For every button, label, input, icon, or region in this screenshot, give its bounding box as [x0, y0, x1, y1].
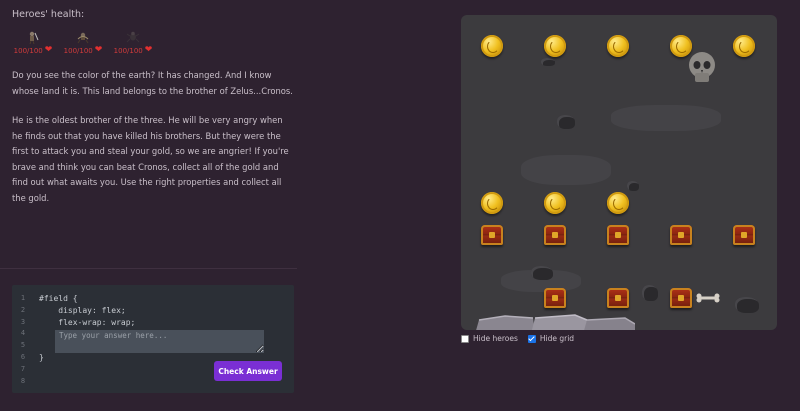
ground-patch [521, 155, 611, 185]
line-number: 2 [20, 305, 26, 314]
ground-patch [611, 105, 721, 131]
panel-divider [0, 268, 297, 269]
game-field [461, 15, 777, 330]
hero-health-value: 100/100 [63, 46, 93, 55]
line-number: 6 [20, 352, 26, 361]
heroes-health-title: Heroes' health: [12, 9, 85, 20]
treasure-chest-icon [544, 225, 566, 245]
rock-icon [735, 297, 759, 313]
line-number: 4 [20, 329, 26, 338]
gold-coin-icon [733, 35, 755, 57]
treasure-chest-icon [670, 288, 692, 308]
hero-warrior: 100/100 ❤ [12, 30, 54, 55]
hide-grid-label: Hide grid [539, 334, 575, 343]
hide-heroes-label: Hide heroes [473, 334, 518, 343]
gold-coin-icon [481, 192, 503, 214]
stone-wall [476, 314, 635, 330]
hero-spider: 100/100 ❤ [112, 30, 154, 55]
css-code-editor: 1 2 3 4 5 6 7 8 #field { display: flex; … [12, 285, 294, 393]
warrior-hero-icon [29, 31, 39, 44]
gold-coin-icon [670, 35, 692, 57]
rock-icon [627, 181, 639, 191]
hero-health-value: 100/100 [13, 46, 43, 55]
line-numbers: 1 2 3 4 5 6 7 8 [12, 293, 34, 387]
treasure-chest-icon [544, 288, 566, 308]
code-line: #field { [39, 294, 78, 303]
treasure-chest-icon [607, 225, 629, 245]
code-line: display: flex; [39, 305, 126, 315]
line-number: 1 [20, 294, 26, 302]
treasure-chest-icon [670, 225, 692, 245]
line-number: 5 [20, 341, 26, 350]
rock-icon [541, 58, 555, 66]
treasure-chest-icon [481, 225, 503, 245]
rock-icon [557, 115, 575, 129]
gold-coin-icon [607, 35, 629, 57]
answer-input[interactable] [55, 330, 264, 353]
story-paragraph: Do you see the color of the earth? It ha… [12, 70, 293, 96]
treasure-chest-icon [607, 288, 629, 308]
gold-coin-icon [544, 192, 566, 214]
story-paragraph: He is the oldest brother of the three. H… [12, 115, 289, 203]
hide-grid-checkbox[interactable] [527, 334, 536, 343]
field-options: Hide heroes Hide grid [461, 334, 574, 343]
heart-icon: ❤ [144, 45, 153, 55]
gold-coin-icon [544, 35, 566, 57]
check-answer-button[interactable]: Check Answer [214, 361, 282, 381]
hide-heroes-checkbox[interactable] [461, 334, 469, 343]
code-line: flex-wrap: wrap; [39, 317, 136, 327]
hero-health-value: 100/100 [113, 46, 143, 55]
spider-hero-icon [126, 31, 140, 43]
line-number: 3 [20, 317, 26, 326]
story-text: Do you see the color of the earth? It ha… [12, 68, 294, 220]
hide-heroes-option[interactable]: Hide heroes [461, 334, 518, 343]
gold-coin-icon [607, 192, 629, 214]
heart-icon: ❤ [44, 45, 53, 55]
hide-grid-option[interactable]: Hide grid [527, 334, 575, 343]
archer-hero-icon [77, 32, 89, 44]
heroes-health-list: 100/100 ❤ 100/100 ❤ 100/100 ❤ [12, 30, 154, 55]
instructions-panel: Heroes' health: 100/100 ❤ 100/100 ❤ 100/… [0, 0, 297, 411]
code-block: #field { display: flex; flex-wrap: wrap;… [39, 293, 135, 364]
rock-icon [642, 285, 658, 301]
skull-icon [689, 52, 715, 82]
hero-archer: 100/100 ❤ [62, 30, 104, 55]
rock-icon [531, 266, 553, 280]
heart-icon: ❤ [94, 45, 103, 55]
line-number: 8 [20, 376, 26, 385]
code-line: } [39, 352, 44, 362]
gold-coin-icon [481, 35, 503, 57]
line-number: 7 [20, 364, 26, 373]
treasure-chest-icon [733, 225, 755, 245]
bone-icon [696, 293, 720, 303]
